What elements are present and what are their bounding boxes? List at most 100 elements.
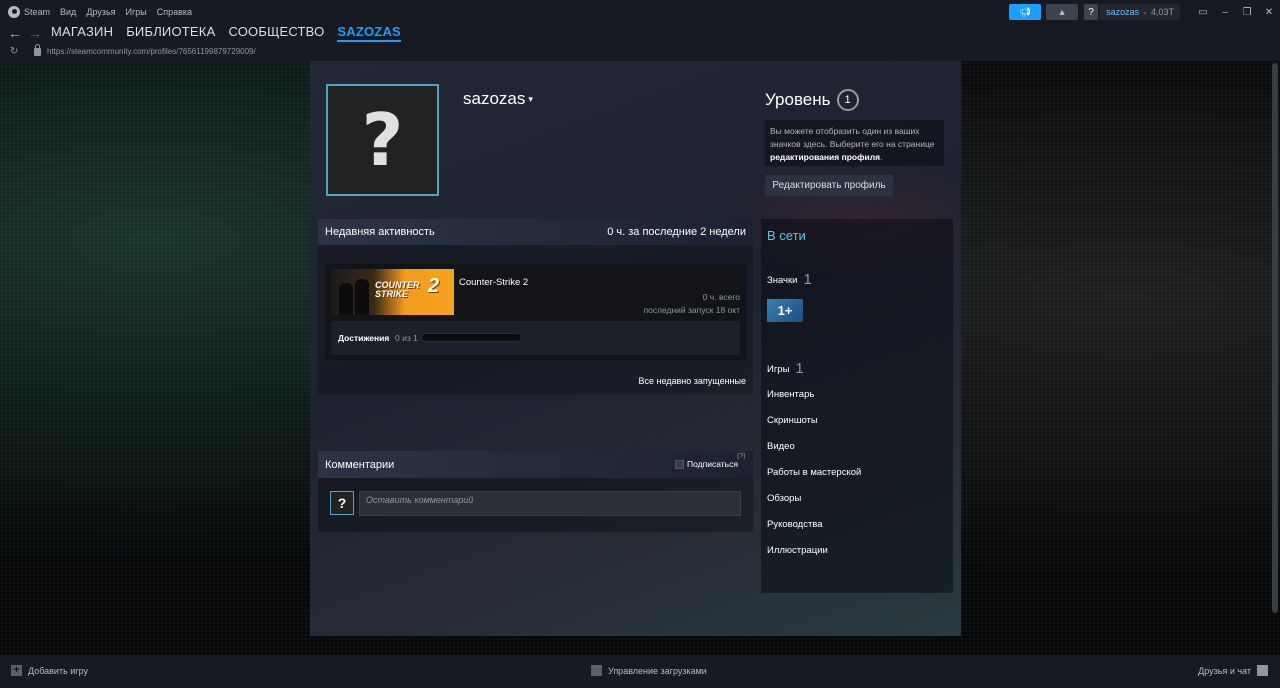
nav-tabs: МАГАЗИН БИБЛИОТЕКА СООБЩЕСТВО SAZOZAS <box>51 24 414 42</box>
wallet-balance: 4,03Т <box>1150 7 1174 17</box>
badges-count: 1 <box>803 271 812 288</box>
tab-store[interactable]: МАГАЗИН <box>51 24 113 42</box>
lock-icon <box>34 43 41 56</box>
soldier-figure <box>339 283 353 315</box>
recent-activity-header: Недавняя активность 0 ч. за последние 2 … <box>318 219 753 245</box>
account-menu[interactable]: sazozas ⌄ 4,03Т <box>1100 4 1180 20</box>
close-icon[interactable]: ✕ <box>1258 7 1280 18</box>
hint-text-end: . <box>880 152 883 162</box>
profile-name: sazozas <box>463 89 526 108</box>
avatar-placeholder: ? <box>361 98 404 182</box>
comment-input[interactable]: Оставить комментарий <box>359 491 741 516</box>
forward-arrow-icon[interactable]: → <box>25 25 45 41</box>
downloads-button[interactable]: Управление загрузками <box>591 665 707 676</box>
subscribe-help[interactable]: (?) <box>737 453 746 460</box>
sidebar-item-inventory[interactable]: Инвентарь <box>767 389 814 400</box>
account-username: sazozas <box>1106 7 1140 17</box>
tab-library[interactable]: БИБЛИОТЕКА <box>126 24 215 42</box>
menu-bar: Steam Вид Друзья Игры Справка <box>8 6 202 18</box>
all-recent-link[interactable]: Все недавно запущенные <box>560 376 746 386</box>
game-hours: 0 ч. всего <box>702 292 740 302</box>
chevron-down-icon: ⌄ <box>1142 9 1148 16</box>
online-status: В сети <box>767 228 806 243</box>
edit-profile-link[interactable]: редактирования профиля <box>770 152 880 162</box>
level-badge[interactable]: 1 <box>836 89 859 111</box>
sidebar-item-guides[interactable]: Руководства <box>767 519 823 530</box>
edit-profile-button[interactable]: Редактировать профиль <box>765 175 893 196</box>
menu-friends[interactable]: Друзья <box>86 7 115 17</box>
tab-community[interactable]: СООБЩЕСТВО <box>228 24 324 42</box>
commenter-avatar: ? <box>330 491 354 515</box>
badges-label: Значки <box>767 275 798 286</box>
level-header: Уровень 1 <box>765 89 859 111</box>
question-icon: ? <box>1088 6 1094 18</box>
plus-icon: + <box>11 665 22 676</box>
add-game-label: Добавить игру <box>28 665 88 676</box>
game-capsule-image[interactable]: COUNTER STRIKE 2 <box>331 269 454 315</box>
url-text[interactable]: https://steamcommunity.com/profiles/7656… <box>47 47 256 56</box>
tab-profile[interactable]: SAZOZAS <box>337 24 401 42</box>
sidebar-item-screenshots[interactable]: Скриншоты <box>767 415 818 426</box>
achievements-progress-bar <box>421 333 522 342</box>
logo-number: 2 <box>428 275 440 297</box>
sidebar-item-workshop[interactable]: Работы в мастерской <box>767 467 861 478</box>
friends-label: Друзья и чат <box>1198 665 1251 676</box>
featured-badge-hint: Вы можете отобразить один из ваших значк… <box>765 120 944 166</box>
achievements-box <box>331 321 740 355</box>
bottom-bar: + Добавить игру Управление загрузками Др… <box>0 655 1280 688</box>
display-icon[interactable]: ▭ <box>1192 7 1214 18</box>
recent-activity-summary: 0 ч. за последние 2 недели <box>607 226 746 238</box>
url-bar: ↻ https://steamcommunity.com/profiles/76… <box>0 42 1280 61</box>
megaphone-icon: 📢︎ <box>1019 6 1031 17</box>
soldier-figure <box>355 279 369 315</box>
subscribe-label: Подписаться <box>687 459 738 469</box>
hint-text: Вы можете отобразить один из ваших значк… <box>770 126 935 149</box>
reload-icon[interactable]: ↻ <box>10 46 24 57</box>
sidebar-item-reviews[interactable]: Обзоры <box>767 493 801 504</box>
help-button[interactable]: ? <box>1084 4 1099 20</box>
downloads-label: Управление загрузками <box>608 665 707 676</box>
friends-chat-button[interactable]: Друзья и чат <box>1198 665 1268 676</box>
games-count: 1 <box>795 360 804 377</box>
games-label: Игры <box>767 364 790 375</box>
recent-activity-title: Недавняя активность <box>325 226 435 238</box>
title-bar: Steam Вид Друзья Игры Справка 📢︎ ▲ ? saz… <box>0 0 1280 24</box>
menu-help[interactable]: Справка <box>157 7 192 17</box>
avatar[interactable]: ? <box>326 84 439 196</box>
menu-games[interactable]: Игры <box>126 7 147 17</box>
menu-view[interactable]: Вид <box>60 7 76 17</box>
steam-menu-label: Steam <box>24 7 51 17</box>
bell-icon: ▲ <box>1057 7 1067 17</box>
navigation-bar: ← → МАГАЗИН БИБЛИОТЕКА СООБЩЕСТВО SAZOZA… <box>0 24 1280 42</box>
sidebar-item-artwork[interactable]: Иллюстрации <box>767 545 828 556</box>
level-label: Уровень <box>765 90 831 109</box>
notifications-button[interactable]: ▲ <box>1046 4 1079 20</box>
game-last-played: последний запуск 18 окт <box>643 305 740 315</box>
profile-name-dropdown[interactable]: sazozas ▾ <box>463 89 533 109</box>
announcements-button[interactable]: 📢︎ <box>1009 4 1042 20</box>
titlebar-right: 📢︎ ▲ ? sazozas ⌄ 4,03Т ▭ – ❐ ✕ <box>1009 0 1280 24</box>
sidebar-games[interactable]: Игры 1 <box>767 360 804 377</box>
logo-line-2: STRIKE <box>375 289 409 299</box>
download-icon <box>591 665 602 676</box>
achievements-label[interactable]: Достижения <box>338 333 389 343</box>
steam-menu[interactable]: Steam <box>8 6 50 18</box>
scrollbar[interactable] <box>1272 63 1278 613</box>
achievements-count: 0 из 1 <box>395 333 418 343</box>
chat-icon <box>1257 665 1268 676</box>
game-logo: COUNTER STRIKE 2 <box>375 276 439 299</box>
sidebar-badges[interactable]: Значки 1 <box>767 271 812 288</box>
badge-icon[interactable]: 1+ <box>767 299 803 322</box>
game-name[interactable]: Counter-Strike 2 <box>459 277 528 288</box>
add-game-button[interactable]: + Добавить игру <box>11 665 88 676</box>
checkbox-icon[interactable] <box>675 459 684 469</box>
back-arrow-icon[interactable]: ← <box>5 25 25 41</box>
window-controls: ▭ – ❐ ✕ <box>1192 7 1280 18</box>
sidebar-item-videos[interactable]: Видео <box>767 441 795 452</box>
restore-icon[interactable]: ❐ <box>1236 7 1258 18</box>
minimize-icon[interactable]: – <box>1214 7 1236 18</box>
caret-down-icon: ▾ <box>528 94 533 105</box>
comments-title: Комментарии <box>325 458 395 471</box>
subscribe-checkbox[interactable]: Подписаться (?) <box>675 453 746 469</box>
steam-logo-icon <box>8 6 20 18</box>
